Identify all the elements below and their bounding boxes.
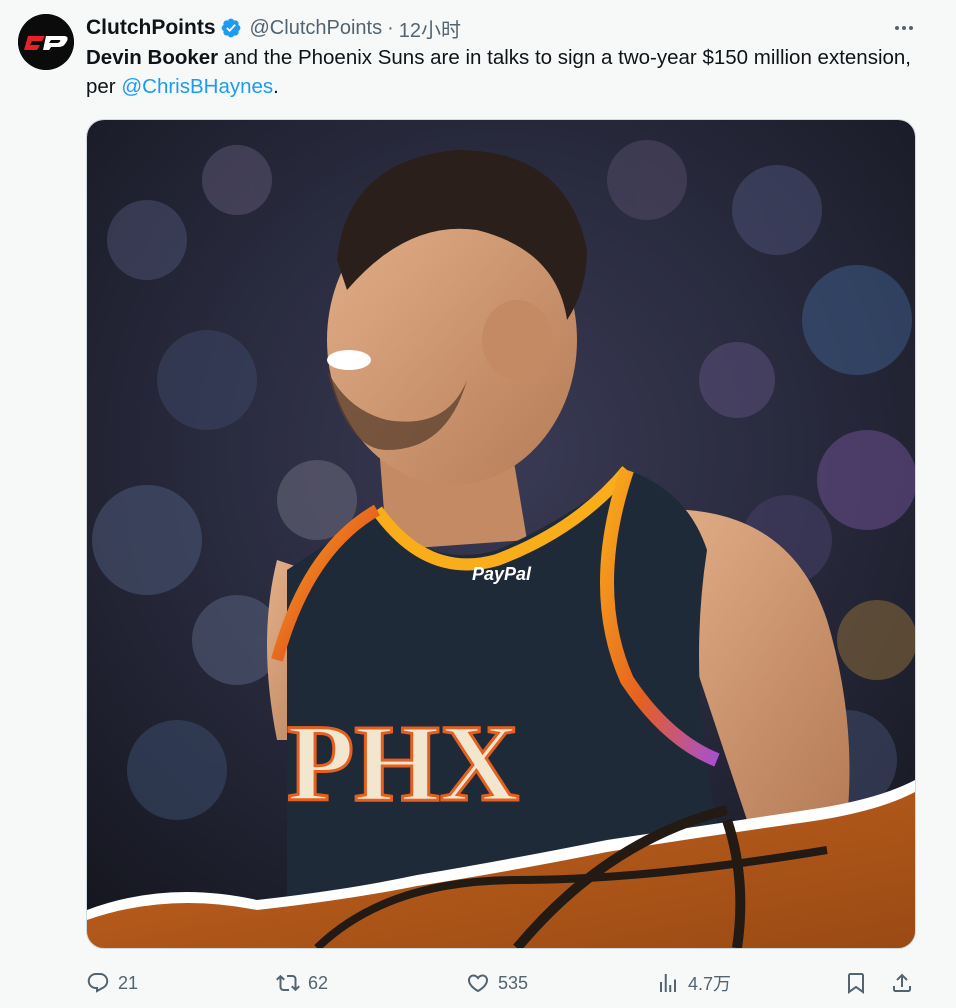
reply-button[interactable]: 21 <box>86 964 138 1002</box>
tweet-text: Devin Booker and the Phoenix Suns are in… <box>86 44 926 101</box>
reply-icon <box>87 973 109 993</box>
separator-dot: · <box>387 16 394 39</box>
more-dots-icon <box>895 26 913 30</box>
player-photo: PHX PayPal <box>87 120 915 948</box>
like-button[interactable]: 535 <box>466 964 528 1002</box>
timestamp[interactable]: 12小时 <box>399 14 461 43</box>
sponsor-text: PayPal <box>472 564 532 584</box>
handle[interactable]: @ClutchPoints <box>250 17 383 40</box>
bookmark-icon <box>848 973 864 994</box>
tweet-image[interactable]: PHX PayPal <box>86 119 916 949</box>
retweet-icon <box>276 974 300 992</box>
retweet-button[interactable]: 62 <box>276 964 328 1002</box>
share-icon <box>893 973 911 992</box>
mention-link[interactable]: @ChrisBHaynes <box>121 75 273 98</box>
more-options-button[interactable] <box>888 14 920 42</box>
views-chart-icon <box>660 974 676 992</box>
tweet-text-end: . <box>273 74 279 98</box>
jersey-text: PHX <box>287 702 519 824</box>
avatar[interactable] <box>18 14 74 70</box>
tweet-text-bold: Devin Booker <box>86 46 219 69</box>
share-button[interactable] <box>890 964 914 1002</box>
verified-badge-icon[interactable] <box>220 17 242 39</box>
display-name[interactable]: ClutchPoints <box>86 16 216 40</box>
reply-count: 21 <box>118 972 139 993</box>
like-count: 535 <box>498 972 529 993</box>
bookmark-button[interactable] <box>844 964 868 1002</box>
views-button[interactable]: 4.7万 <box>656 964 731 1002</box>
views-count: 4.7万 <box>688 974 732 994</box>
clutchpoints-logo-icon <box>18 14 74 70</box>
tweet-actions: 21 62 535 4.7万 <box>86 964 926 1002</box>
tweet-card[interactable]: ClutchPoints @ClutchPoints · 12小时 Devin … <box>0 0 956 1008</box>
tweet-header: ClutchPoints @ClutchPoints · 12小时 <box>86 14 461 42</box>
heart-icon <box>467 974 489 993</box>
retweet-count: 62 <box>308 972 329 993</box>
